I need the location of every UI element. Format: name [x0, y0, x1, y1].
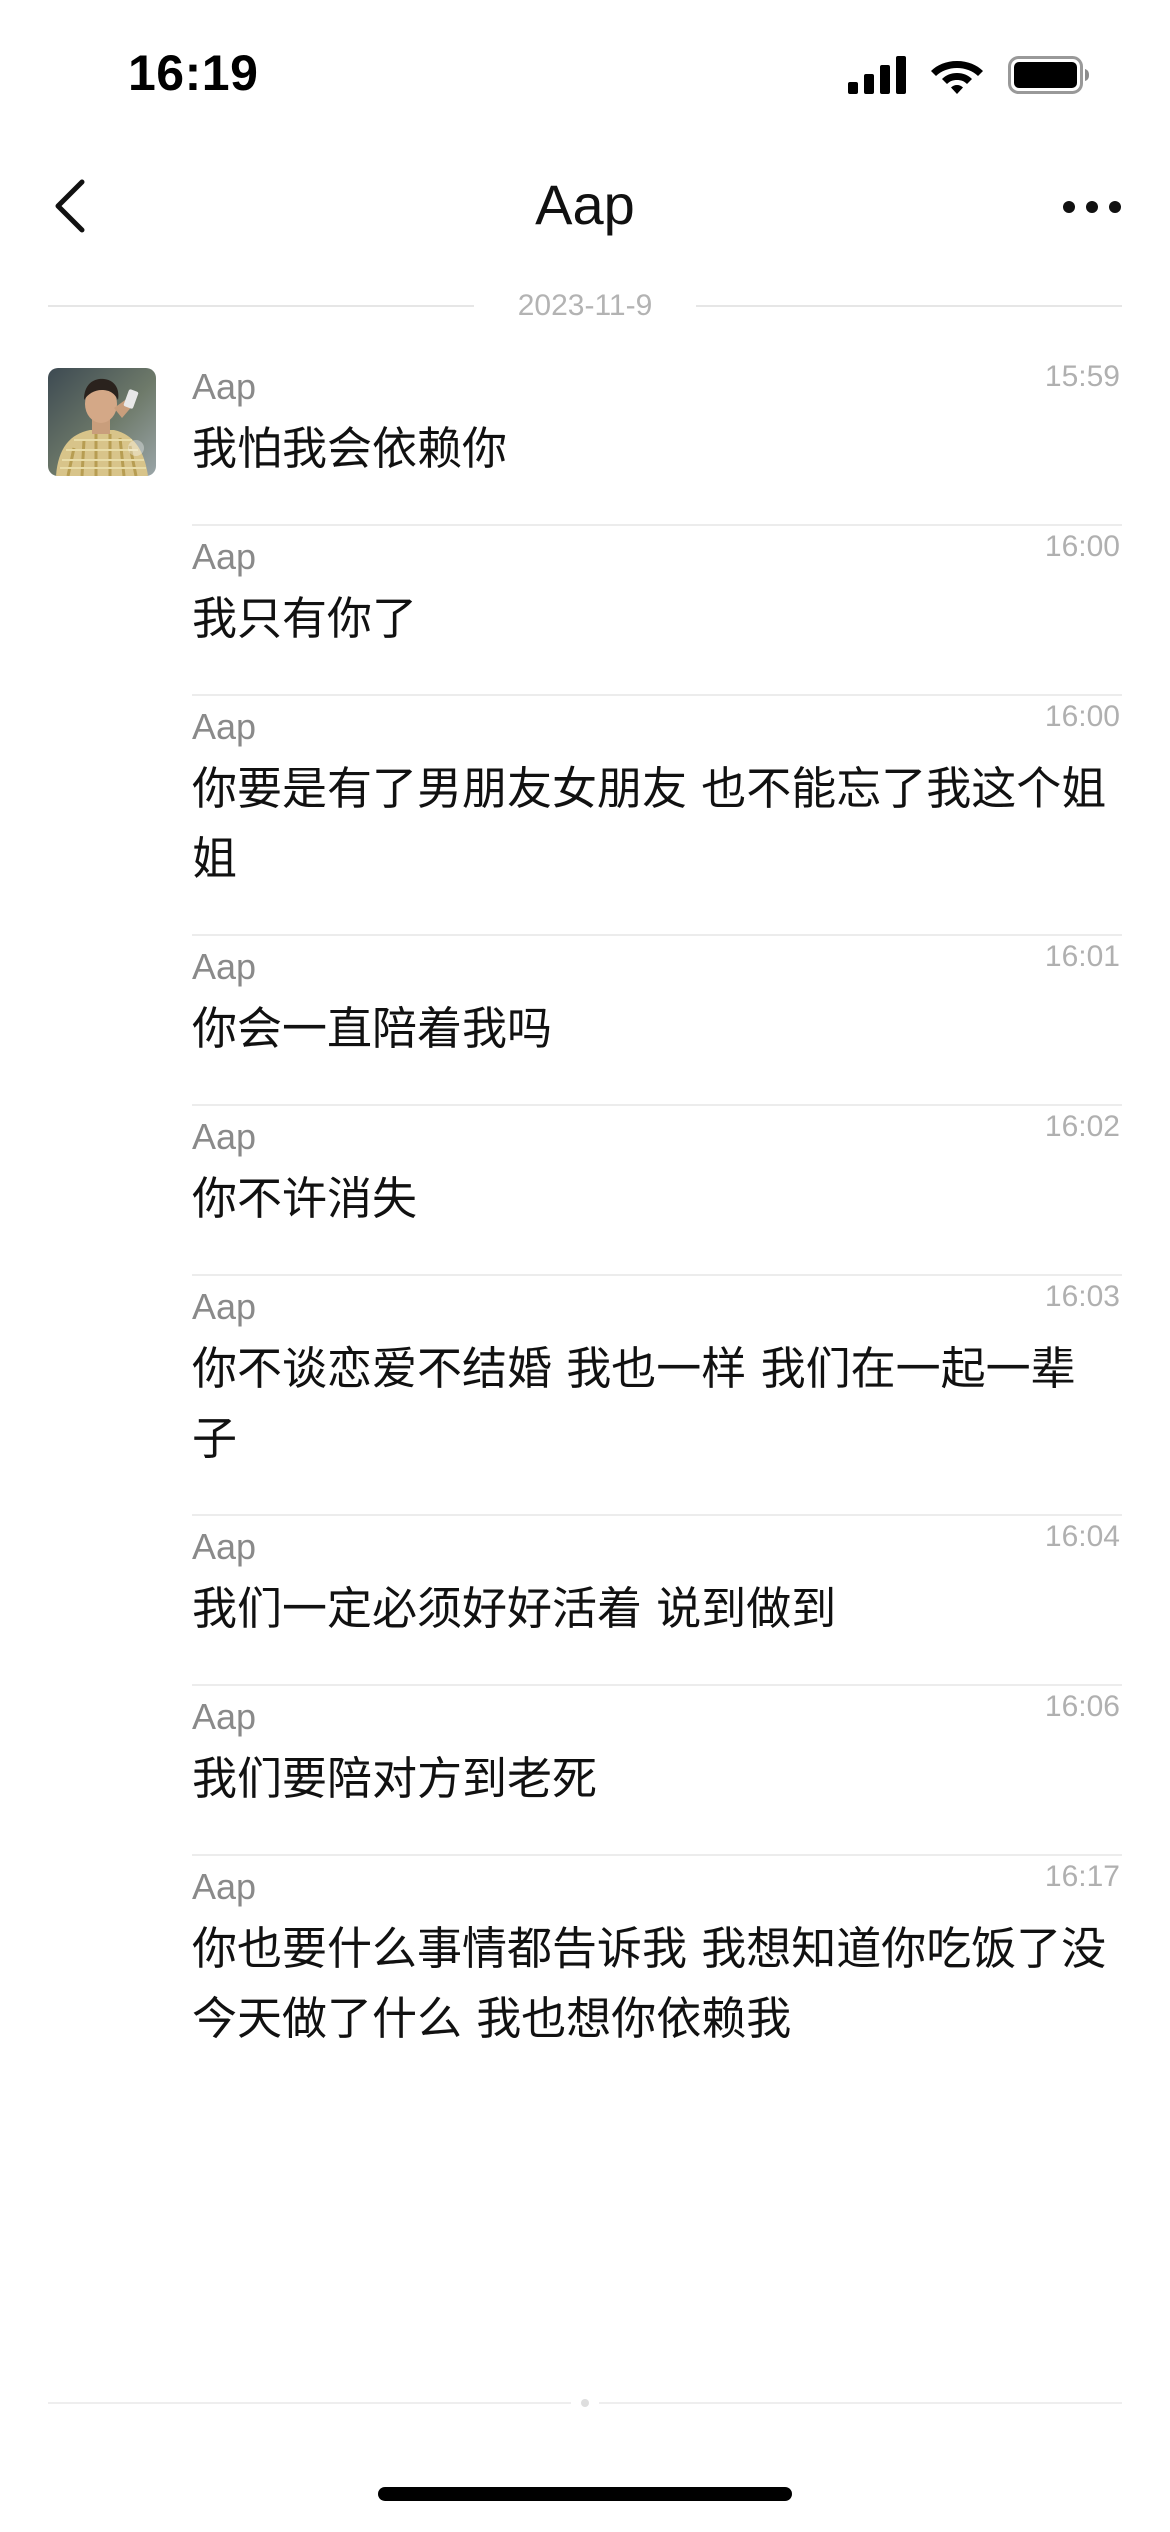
message-item[interactable]: Aap 16:00 你要是有了男朋友女朋友 也不能忘了我这个姐姐	[192, 696, 1122, 936]
message-item[interactable]: Aap 16:17 你也要什么事情都告诉我 我想知道你吃饭了没 今天做了什么 我…	[192, 1856, 1122, 2094]
divider-line-left	[48, 305, 474, 307]
home-indicator[interactable]	[378, 2487, 792, 2501]
message-time: 15:59	[1044, 360, 1120, 393]
load-more-dot	[581, 2399, 589, 2407]
wifi-icon	[930, 55, 984, 99]
date-divider: 2023-11-9	[48, 284, 1123, 328]
message-item[interactable]: Aap 16:01 你会一直陪着我吗	[192, 936, 1122, 1106]
message-sender: Aap	[192, 1116, 257, 1157]
avatar[interactable]	[48, 368, 156, 476]
message-text: 你不谈恋爱不结婚 我也一样 我们在一起一辈子	[192, 1342, 1076, 1465]
message-time: 16:03	[1044, 1280, 1120, 1313]
message-text: 你也要什么事情都告诉我 我想知道你吃饭了没 今天做了什么 我也想你依赖我	[192, 1922, 1107, 2045]
battery-icon	[1008, 55, 1090, 99]
message-item[interactable]: Aap 16:02 你不许消失	[192, 1106, 1122, 1276]
message-sender: Aap	[192, 706, 257, 747]
message-time: 16:02	[1044, 1110, 1120, 1143]
message-sender: Aap	[192, 366, 257, 407]
message-item[interactable]: Aap 16:03 你不谈恋爱不结婚 我也一样 我们在一起一辈子	[192, 1276, 1122, 1516]
status-icons	[848, 56, 1090, 98]
message-text: 你不许消失	[192, 1172, 418, 1225]
divider-line-right	[696, 305, 1123, 307]
message-item[interactable]: Aap 16:00 我只有你了	[192, 526, 1122, 696]
message-sender: Aap	[192, 1696, 257, 1737]
message-text: 你要是有了男朋友女朋友 也不能忘了我这个姐姐	[192, 762, 1107, 885]
message-sender: Aap	[192, 1286, 257, 1327]
message-sender: Aap	[192, 536, 257, 577]
message-item[interactable]: Aap 15:59 我怕我会依赖你	[192, 356, 1122, 526]
status-bar: 16:19	[0, 0, 1170, 150]
more-dots-icon	[1062, 199, 1122, 218]
status-time: 16:19	[128, 45, 259, 101]
message-sender: Aap	[192, 946, 257, 987]
message-time: 16:00	[1044, 530, 1120, 563]
date-label: 2023-11-9	[517, 289, 653, 322]
message-text: 你会一直陪着我吗	[192, 1002, 553, 1055]
message-time: 16:06	[1044, 1690, 1120, 1723]
message-sender: Aap	[192, 1866, 257, 1907]
message-time: 16:04	[1044, 1520, 1120, 1553]
cellular-signal-icon	[848, 56, 906, 98]
message-time: 16:01	[1044, 940, 1120, 973]
more-button[interactable]	[1054, 186, 1130, 230]
message-sender: Aap	[192, 1526, 257, 1567]
message-text: 我们一定必须好好活着 说到做到	[192, 1582, 837, 1635]
message-text: 我们要陪对方到老死	[192, 1752, 598, 1805]
message-time: 16:00	[1044, 700, 1120, 733]
message-item[interactable]: Aap 16:04 我们一定必须好好活着 说到做到	[192, 1516, 1122, 1686]
message-text: 我只有你了	[192, 592, 418, 645]
message-list: Aap 15:59 我怕我会依赖你 Aap 16:00 我只有你了 Aap 16…	[192, 356, 1122, 2094]
page-title: Aap	[535, 173, 635, 236]
message-item[interactable]: Aap 16:06 我们要陪对方到老死	[192, 1686, 1122, 1856]
nav-bar: Aap	[0, 150, 1170, 268]
message-text: 我怕我会依赖你	[192, 422, 508, 475]
message-time: 16:17	[1044, 1860, 1120, 1893]
